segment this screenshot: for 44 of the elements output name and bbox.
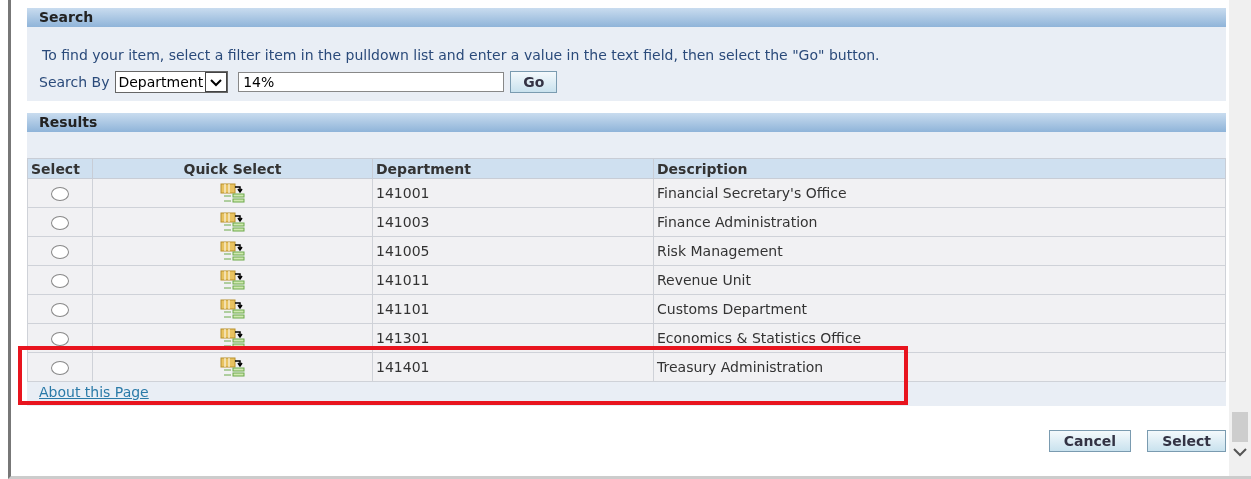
table-cell: 141401 (372, 352, 654, 382)
table-cell: Treasury Administration (653, 352, 1226, 382)
section-header: Search (27, 8, 1226, 27)
table-cell: Risk Management (653, 236, 1226, 266)
search-by-label: Search By (39, 74, 110, 90)
action-button[interactable]: Select (1147, 430, 1226, 452)
instruction-text: To find your item, select a filter item in the pulldown list and enter a value in the text field, then select the "Go" button. (42, 47, 881, 63)
scrollbar[interactable] (1229, 0, 1251, 476)
quick-select-icon[interactable] (219, 183, 246, 203)
table-cell: Financial Secretary's Office (653, 178, 1226, 208)
quick-select-icon[interactable] (219, 270, 246, 290)
section-header: Results (27, 113, 1226, 132)
table-cell: 141101 (372, 294, 654, 324)
caret-icon (205, 72, 228, 92)
quick-select-icon[interactable] (219, 212, 246, 232)
radio-button[interactable] (51, 361, 69, 375)
radio-button[interactable] (51, 216, 69, 230)
radio-button[interactable] (51, 187, 69, 201)
column-header: Department (372, 158, 654, 179)
scroll-down-icon[interactable] (1231, 446, 1249, 458)
quick-select-icon[interactable] (219, 328, 246, 348)
column-header: Select (27, 158, 93, 179)
table-cell: 141011 (372, 265, 654, 295)
scrollbar-thumb[interactable] (1232, 412, 1248, 442)
quick-select-icon[interactable] (219, 299, 246, 319)
column-header: Quick Select (92, 158, 373, 179)
search-field[interactable]: 14% (238, 72, 505, 92)
radio-button[interactable] (51, 303, 69, 317)
quick-select-icon[interactable] (219, 357, 246, 377)
table-cell: Finance Administration (653, 207, 1226, 237)
action-button[interactable]: Cancel (1048, 430, 1132, 452)
radio-button[interactable] (51, 274, 69, 288)
filter-dropdown[interactable]: Department (115, 71, 229, 93)
radio-button[interactable] (51, 332, 69, 346)
go-button[interactable]: Go (510, 71, 558, 93)
quick-select-icon[interactable] (219, 241, 246, 261)
table-cell: Revenue Unit (653, 265, 1226, 295)
table-cell: 141005 (372, 236, 654, 266)
about-link[interactable]: About this Page (39, 384, 149, 400)
table-cell: 141001 (372, 178, 654, 208)
table-cell: 141003 (372, 207, 654, 237)
column-header: Description (653, 158, 1226, 179)
radio-button[interactable] (51, 245, 69, 259)
table-cell: Customs Department (653, 294, 1226, 324)
